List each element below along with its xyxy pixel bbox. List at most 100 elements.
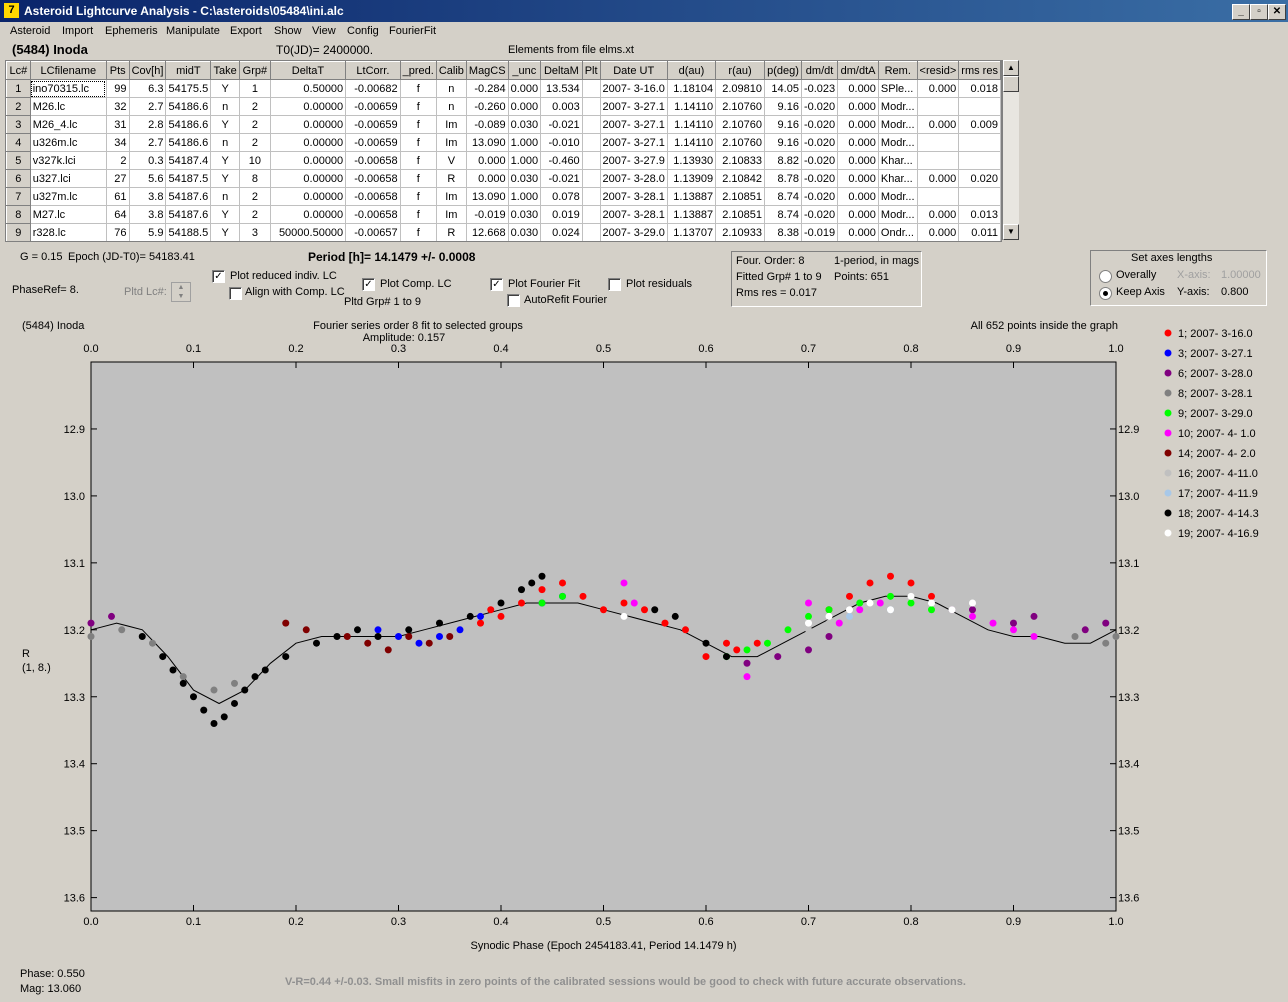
table-cell[interactable]: 12.668 [466,223,509,241]
lightcurve-table[interactable]: Lc# LCfilename Pts Cov[h] midT Take Grp# DeltaT… [5,60,1002,242]
plot-residuals-checkbox[interactable] [608,278,621,291]
table-cell[interactable]: -0.021 [540,115,583,134]
table-cell[interactable]: -0.023 [801,79,839,98]
table-cell[interactable]: r328.lc [30,223,107,241]
table-cell[interactable]: 1.13887 [667,205,717,224]
row-number[interactable]: 9 [6,223,31,241]
table-cell[interactable]: M27.lc [30,205,107,224]
table-cell[interactable]: 0.000 [837,133,879,152]
table-cell[interactable]: 2.10851 [715,205,765,224]
table-row[interactable]: 5 v327k.lci 2 0.3 54187.4 Y 10 0.00000 -0.00658 f… [6,151,1001,170]
column-header[interactable]: Rem. [877,61,918,80]
table-cell[interactable]: 0.000 [508,97,542,116]
table-cell[interactable]: 0.020 [958,169,1001,188]
table-cell[interactable]: Khar... [878,169,918,188]
table-cell[interactable]: 0.000 [837,115,879,134]
scroll-down-icon[interactable]: ▼ [1003,224,1019,240]
row-number[interactable]: 6 [6,169,31,188]
table-cell[interactable]: 2 [106,151,130,170]
plot-fourier-checkbox[interactable]: ✓ [490,278,503,291]
column-header[interactable]: rms res [958,61,1001,80]
table-cell[interactable]: 2.10842 [715,169,765,188]
table-cell[interactable]: u326m.lc [30,133,107,152]
table-cell[interactable]: 0.00000 [270,151,347,170]
table-cell[interactable]: n [210,187,241,206]
table-row[interactable]: 1 ino70315.lc 99 6.3 54175.5 Y 1 0.50000 -0.0068… [6,79,1001,98]
menu-config[interactable]: Config [347,25,379,37]
table-cell[interactable]: Modr... [878,133,918,152]
menu-fourierfit[interactable]: FourierFit [389,25,436,37]
table-cell[interactable] [582,151,601,170]
table-cell[interactable]: M26_4.lc [30,115,107,134]
row-number[interactable]: 5 [6,151,31,170]
table-cell[interactable]: 1.13707 [667,223,717,241]
table-cell[interactable]: Khar... [878,151,918,170]
table-cell[interactable]: 0.013 [958,205,1001,224]
table-cell[interactable]: 2007- 3-28.1 [600,205,668,224]
table-cell[interactable]: 3.8 [129,205,167,224]
table-cell[interactable]: 2 [239,133,271,152]
table-cell[interactable]: 0.000 [837,169,879,188]
table-cell[interactable]: 0.000 [917,115,960,134]
table-cell[interactable]: Im [436,205,467,224]
table-cell[interactable]: -0.019 [801,223,839,241]
table-cell[interactable]: 31 [106,115,130,134]
table-cell[interactable]: 50000.50000 [270,223,347,241]
table-row[interactable]: 9 r328.lc 76 5.9 54188.5 Y 3 50000.50000 -0.0065… [6,223,1001,241]
table-cell[interactable] [582,205,601,224]
column-header[interactable]: _unc [507,61,542,80]
table-cell[interactable]: 2 [239,97,271,116]
table-cell[interactable]: 8.74 [764,187,802,206]
table-cell[interactable]: 2007- 3-28.1 [600,187,668,206]
table-cell[interactable]: 5.9 [129,223,167,241]
pltd-lc-spinner[interactable]: ▲ ▼ [171,282,191,302]
table-cell[interactable] [917,187,960,206]
table-cell[interactable]: 0.030 [508,115,542,134]
lightcurve-chart[interactable]: (5484) Inoda Fourier series order 8 fit t… [18,313,1280,958]
table-cell[interactable]: 1.14110 [667,115,717,134]
plot-comp-checkbox[interactable]: ✓ [362,278,375,291]
table-cell[interactable]: 13.534 [540,79,583,98]
table-cell[interactable]: 2.10760 [715,133,765,152]
table-cell[interactable]: Modr... [878,205,918,224]
table-cell[interactable]: n [436,79,467,98]
row-number[interactable]: 4 [6,133,31,152]
table-cell[interactable]: 2.10760 [715,115,765,134]
table-cell[interactable]: 9.16 [764,133,802,152]
table-cell[interactable]: 5.6 [129,169,167,188]
column-header[interactable]: dm/dtA [837,61,879,80]
table-cell[interactable]: Y [210,115,241,134]
table-cell[interactable]: Modr... [878,97,918,116]
table-cell[interactable]: 0.009 [958,115,1001,134]
column-header[interactable]: Take [210,61,241,80]
table-cell[interactable]: -0.00682 [345,79,401,98]
table-cell[interactable]: 54187.4 [165,151,212,170]
table-cell[interactable]: 0.078 [540,187,583,206]
table-cell[interactable]: 34 [106,133,130,152]
table-cell[interactable]: -0.00659 [345,133,401,152]
table-cell[interactable]: 8.74 [764,205,802,224]
table-cell[interactable]: f [400,205,437,224]
table-cell[interactable]: 8.78 [764,169,802,188]
table-cell[interactable]: 2007- 3-16.0 [600,79,668,98]
table-cell[interactable]: 54186.6 [165,133,212,152]
table-cell[interactable]: Modr... [878,187,918,206]
table-cell[interactable]: 61 [106,187,130,206]
table-cell[interactable]: f [400,187,437,206]
table-cell[interactable]: n [436,97,467,116]
table-cell[interactable]: 2.10933 [715,223,765,241]
table-cell[interactable]: 1.000 [508,151,542,170]
table-row[interactable]: 8 M27.lc 64 3.8 54187.6 Y 2 0.00000 -0.00658 f Im -… [6,205,1001,224]
table-cell[interactable]: Y [210,169,241,188]
menu-import[interactable]: Import [62,25,93,37]
column-header[interactable]: MagCS [465,61,509,80]
table-cell[interactable]: Im [436,115,467,134]
table-cell[interactable]: 27 [106,169,130,188]
table-cell[interactable]: 2.8 [129,115,167,134]
column-header[interactable]: DeltaM [540,61,583,80]
table-cell[interactable]: 0.000 [466,151,509,170]
table-cell[interactable]: n [210,97,241,116]
column-header[interactable]: DeltaT [269,61,347,80]
plot-panel[interactable]: (5484) Inoda Fourier series order 8 fit t… [18,313,1280,958]
table-cell[interactable]: 54187.6 [165,205,212,224]
